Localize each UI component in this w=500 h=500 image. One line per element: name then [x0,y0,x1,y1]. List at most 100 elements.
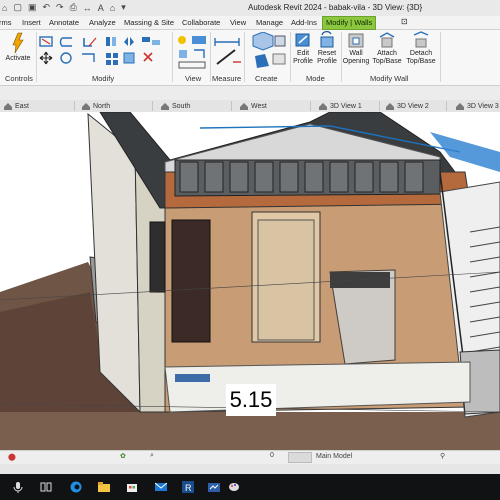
print-icon[interactable]: ⎙ [70,2,77,13]
edit-profile-label-1: Edit [296,50,310,57]
elevation-icon [240,102,248,110]
wall-opening-label-2: Opening [342,58,370,65]
tab-forms[interactable]: rms [0,17,15,28]
undo-icon[interactable]: ↶ [42,2,50,13]
status-value: 0 [270,452,274,459]
view-tab-3d-view-3[interactable]: 3D View 3 [452,101,500,111]
redo-icon[interactable]: ↷ [56,2,64,13]
3d-view-icon [319,102,327,110]
detach-top-base-button[interactable]: Detach Top/Base [404,31,438,66]
attach-label-2: Top/Base [372,58,402,65]
view-tools-icons[interactable] [176,34,210,72]
3d-view-icon [386,102,394,110]
panel-measure-label: Measure [212,74,242,83]
panel-controls-label: Controls [5,74,33,83]
status-bar [0,464,500,474]
panel-view-label: View [185,74,202,83]
elevation-icon [4,102,12,110]
view-tab-3d-view-1[interactable]: 3D View 1 [315,101,380,111]
view-tab-3d-view-2[interactable]: 3D View 2 [382,101,447,111]
store-icon[interactable] [126,481,138,493]
activate-icon [12,32,24,54]
panel-modify-label: Modify [92,74,115,83]
dropdown-icon[interactable]: ▾ [121,2,126,13]
worksets-icon[interactable]: ✿ [120,452,126,460]
tab-collaborate[interactable]: Collaborate [179,17,223,28]
text-icon[interactable]: A [98,3,104,13]
view-tab-label: 3D View 3 [467,102,499,110]
view-tab-east[interactable]: East [0,101,75,111]
tab-view[interactable]: View [227,17,249,28]
view-tab-label: 3D View 2 [397,102,429,110]
activate-label: Activate [5,55,31,62]
title-bar: ⌂ ▢ ▣ ↶ ↷ ⎙ ↔ A ⌂ ▾ Autodesk Revit 2024 … [0,0,500,16]
view-tab-label: East [15,102,30,110]
pin-icon[interactable]: ⬤ [8,453,16,461]
modify-tools-icons[interactable] [38,34,168,74]
dimension-label[interactable]: 5.15 [226,384,276,416]
attach-top-base-button[interactable]: Attach Top/Base [371,31,403,66]
revit-icon[interactable]: R [182,481,194,493]
panel-mode-label: Mode [306,74,325,83]
tab-massing-site[interactable]: Massing & Site [121,17,177,28]
reset-profile-label-1: Reset [317,50,337,57]
taskbar: R [0,474,500,500]
file-explorer-icon[interactable] [98,481,110,493]
detach-top-base-icon [413,31,429,48]
window-title: Autodesk Revit 2024 - babak-vila - 3D Vi… [248,3,423,12]
tab-insert[interactable]: Insert [19,17,44,28]
quick-access-toolbar: ⌂ ▢ ▣ ↶ ↷ ⎙ ↔ A ⌂ ▾ [2,2,126,13]
activate-button[interactable]: Activate [3,32,33,63]
view-tab-south[interactable]: South [157,101,232,111]
view-tab-north[interactable]: North [78,101,153,111]
measure-icon[interactable]: ↔ [83,3,92,13]
zoom-icon[interactable]: ⌕ [150,452,154,460]
model-dropdown[interactable]: Main Model [316,453,352,460]
microphone-icon[interactable] [12,481,24,493]
reset-profile-icon [320,31,334,48]
ribbon: Activate Controls Modify View Measure Cr… [0,30,500,86]
view-tab-label: South [172,102,191,110]
ribbon-options-icon[interactable]: ⊡ [398,16,411,27]
detach-label-1: Detach [409,50,433,57]
tab-manage[interactable]: Manage [253,17,286,28]
svg-text:R: R [185,483,192,493]
panel-create-label: Create [255,74,278,83]
measure-tools-icons[interactable] [213,34,243,72]
3d-icon[interactable]: ⌂ [110,3,115,13]
save-icon[interactable]: ▣ [28,2,37,13]
edit-profile-icon [295,33,310,47]
tab-add-ins[interactable]: Add-Ins [288,17,320,28]
home-icon[interactable]: ⌂ [2,3,7,13]
options-bar [0,86,500,100]
wall-opening-icon [348,33,364,48]
attach-label-1: Attach [377,50,397,57]
create-tools-icons[interactable] [247,32,289,72]
wall-opening-button[interactable]: Wall Opening [342,31,370,66]
tab-modify-walls[interactable]: Modify | Walls [322,16,377,30]
paint-icon[interactable] [228,481,240,493]
open-icon[interactable]: ▢ [13,2,22,13]
mail-icon[interactable] [155,481,167,493]
edit-profile-label-2: Profile [293,58,313,65]
detach-label-2: Top/Base [406,58,436,65]
wall-opening-label-1: Wall [349,50,363,57]
3d-view-icon [456,102,464,110]
tab-analyze[interactable]: Analyze [86,17,119,28]
filter-icon[interactable]: ⚲ [440,452,445,460]
view-tab-label: 3D View 1 [330,102,362,110]
reset-profile-button[interactable]: Reset Profile [315,31,339,66]
edit-profile-button[interactable]: Edit Profile [291,31,315,66]
elevation-icon [161,102,169,110]
reset-profile-label-2: Profile [317,58,337,65]
task-view-icon[interactable] [40,481,52,493]
view-tab-west[interactable]: West [236,101,311,111]
3d-viewport[interactable]: 5.15 [0,112,500,450]
panel-modify-wall-label: Modify Wall [370,74,409,83]
view-tab-label: North [93,102,111,110]
model-dropdown-box[interactable] [288,452,312,463]
edge-icon[interactable] [70,481,82,493]
app-icon[interactable] [208,481,220,493]
tab-annotate[interactable]: Annotate [46,17,82,28]
view-control-bar: ⬤ ✿ ⌕ 0 Main Model ⚲ [0,450,500,465]
